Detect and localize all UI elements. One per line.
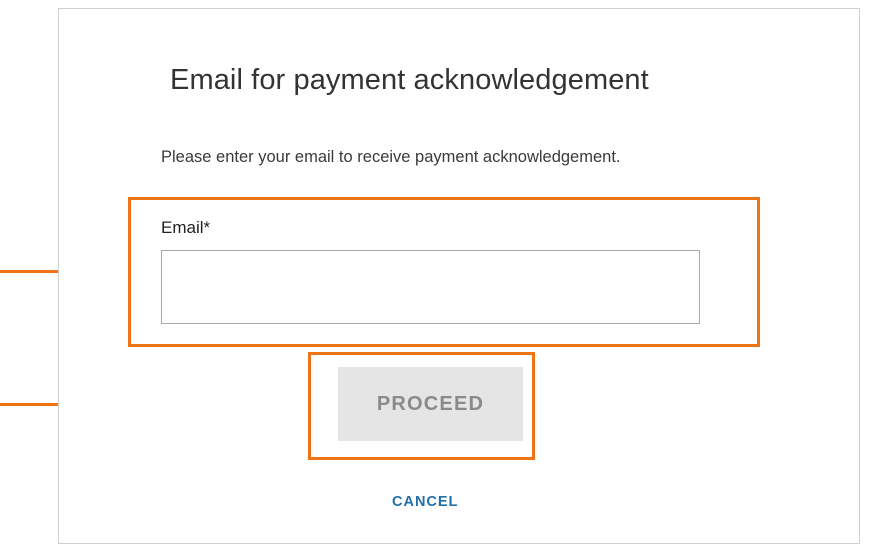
screenshot-stage: Email for payment acknowledgement Please…: [0, 0, 872, 552]
proceed-button[interactable]: PROCEED: [338, 367, 523, 441]
email-field-label: Email*: [161, 218, 211, 237]
dialog-title: Email for payment acknowledgement: [170, 64, 649, 96]
cancel-link[interactable]: CANCEL: [392, 494, 458, 510]
email-field[interactable]: [161, 250, 700, 324]
dialog-subtitle: Please enter your email to receive payme…: [161, 148, 621, 166]
